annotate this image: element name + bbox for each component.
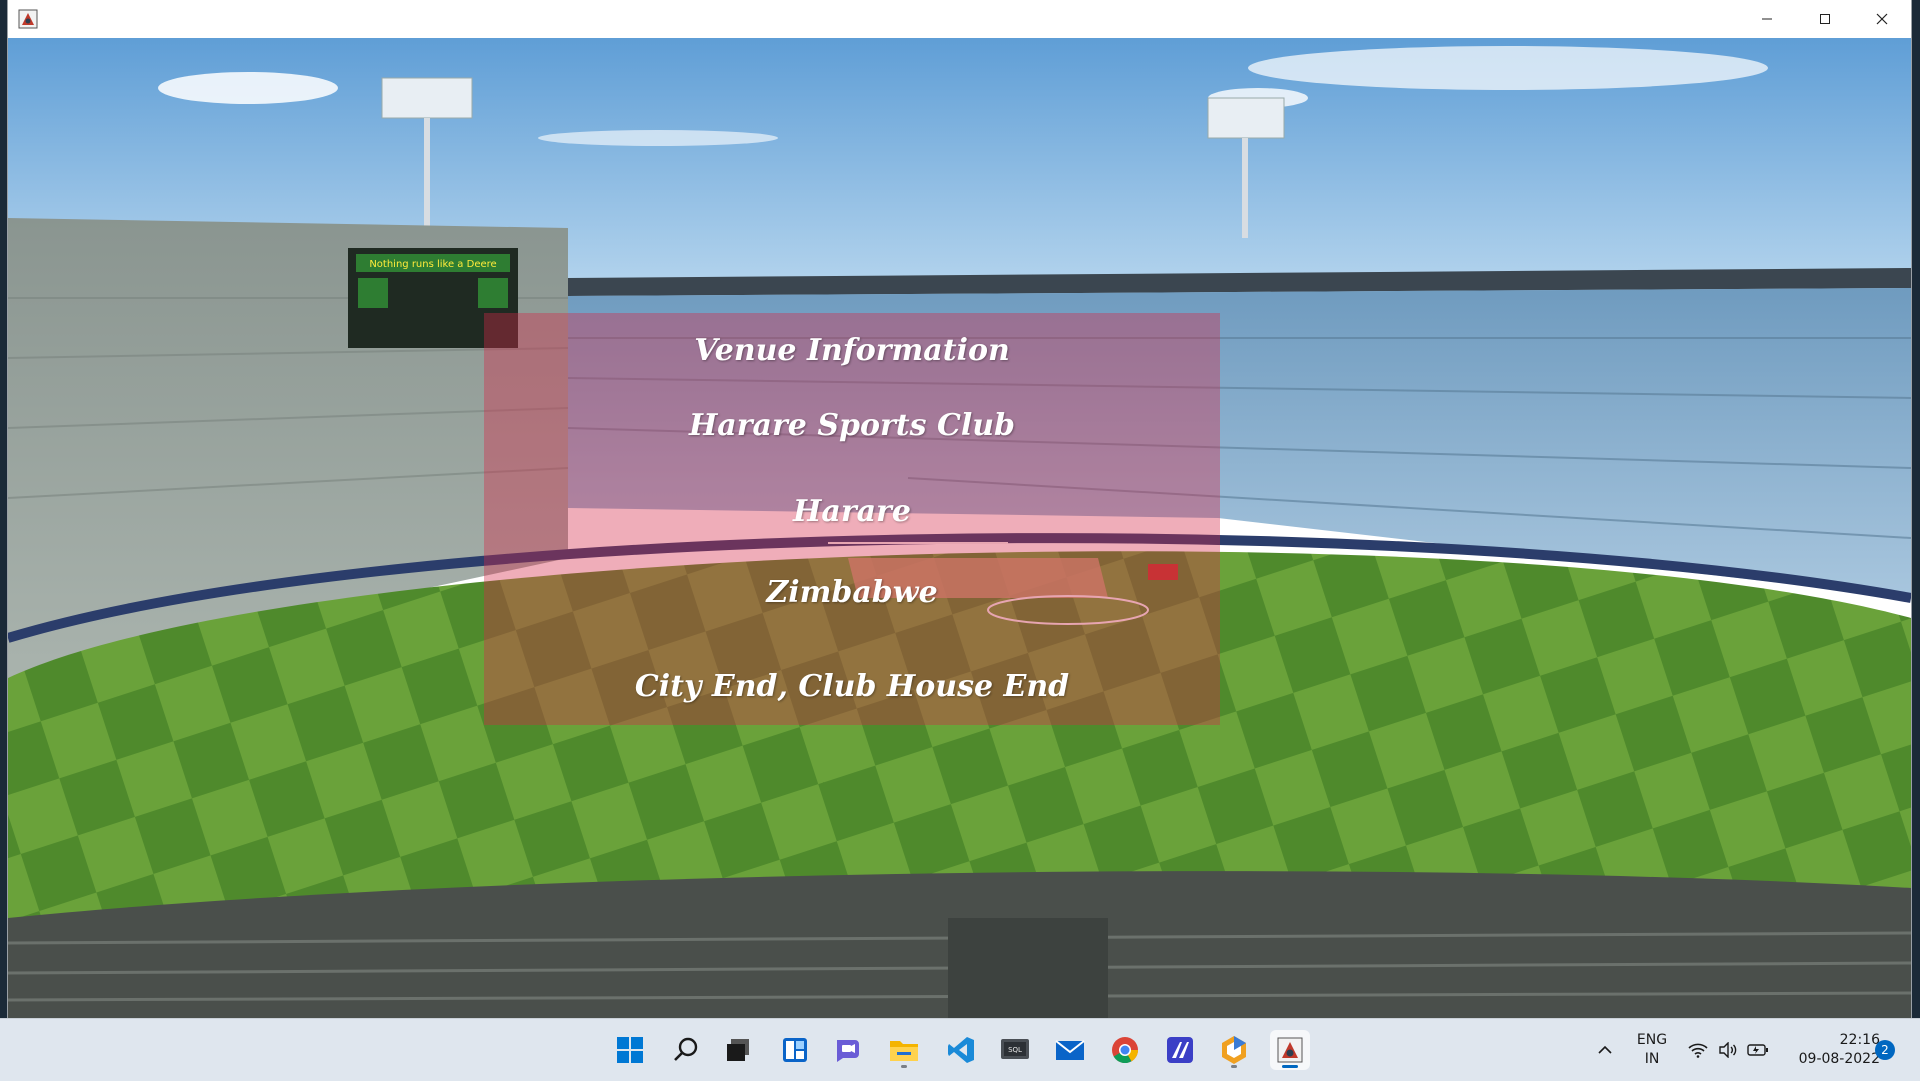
- chrome-icon[interactable]: [1105, 1030, 1145, 1070]
- clock[interactable]: 22:16 09-08-2022: [1776, 1031, 1880, 1069]
- maximize-button[interactable]: [1796, 0, 1854, 38]
- editor-icon[interactable]: [1160, 1030, 1200, 1070]
- panel-title: Venue Information: [694, 333, 1010, 368]
- mail-icon[interactable]: [1050, 1030, 1090, 1070]
- svg-text:Nothing runs like a Deere: Nothing runs like a Deere: [369, 259, 496, 270]
- close-button[interactable]: [1853, 0, 1911, 38]
- svg-text:SQL: SQL: [1008, 1046, 1022, 1054]
- start-icon[interactable]: [610, 1030, 650, 1070]
- venue-country: Zimbabwe: [766, 575, 938, 610]
- venue-ends: City End, Club House End: [634, 669, 1070, 704]
- vscode-icon[interactable]: [941, 1030, 981, 1070]
- taskbar: SQL ENG IN 22:16 09-08-2022 2: [0, 1018, 1920, 1081]
- clock-time: 22:16: [1839, 1032, 1880, 1048]
- hexagon-app-icon[interactable]: [1214, 1030, 1254, 1070]
- sql-icon[interactable]: SQL: [995, 1030, 1035, 1070]
- notification-badge[interactable]: 2: [1875, 1040, 1895, 1060]
- running-indicator: [901, 1065, 907, 1068]
- venue-city: Harare: [793, 494, 911, 529]
- task-view-icon[interactable]: [718, 1030, 758, 1070]
- lang-region: IN: [1644, 1051, 1660, 1067]
- lang-code: ENG: [1636, 1032, 1668, 1048]
- venue-info-panel: Venue Information Harare Sports Club Har…: [484, 313, 1220, 725]
- battery-icon[interactable]: [1744, 1030, 1772, 1070]
- cricket-app-icon: [18, 9, 38, 29]
- wifi-icon[interactable]: [1684, 1030, 1712, 1070]
- running-indicator: [1231, 1065, 1237, 1068]
- running-indicator: [1282, 1065, 1298, 1068]
- cricket-app-icon[interactable]: [1270, 1030, 1310, 1070]
- show-hidden-icons-chevron-icon[interactable]: [1590, 1030, 1620, 1070]
- title-bar[interactable]: [8, 0, 1911, 39]
- file-explorer-icon[interactable]: [884, 1030, 924, 1070]
- venue-name: Harare Sports Club: [688, 408, 1016, 443]
- app-window: Nothing runs like a Deere Venue Informat…: [8, 0, 1911, 1018]
- stadium-background: Nothing runs like a Deere Venue Informat…: [8, 38, 1911, 1018]
- volume-icon[interactable]: [1714, 1030, 1742, 1070]
- search-icon[interactable]: [666, 1030, 706, 1070]
- input-language[interactable]: ENG IN: [1626, 1031, 1678, 1069]
- widgets-icon[interactable]: [775, 1030, 815, 1070]
- chat-icon[interactable]: [828, 1030, 868, 1070]
- clock-date: 09-08-2022: [1798, 1051, 1880, 1067]
- minimize-button[interactable]: [1738, 0, 1796, 38]
- desktop: Nothing runs like a Deere Venue Informat…: [0, 0, 1920, 1081]
